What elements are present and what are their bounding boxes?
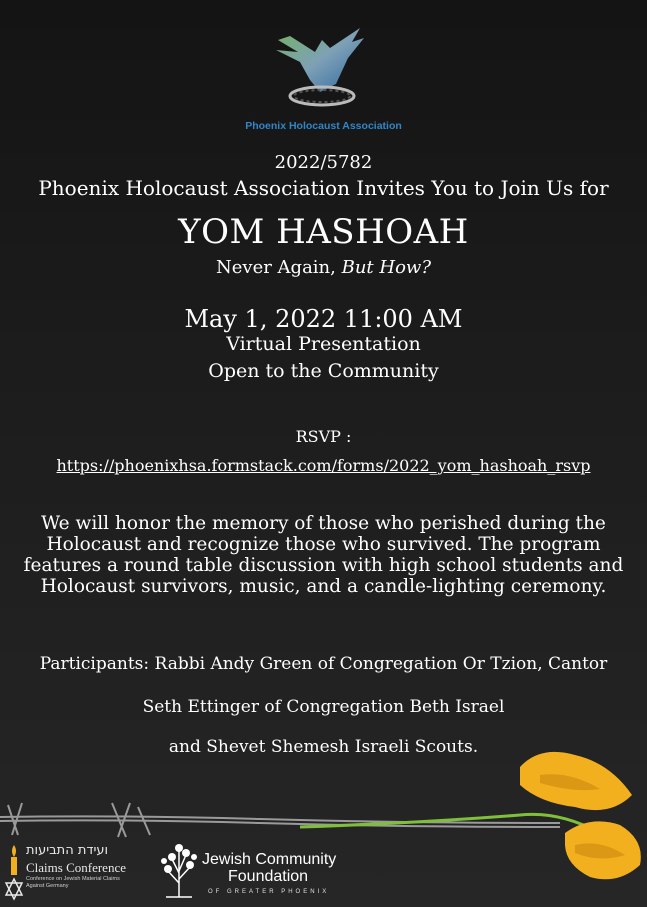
jewish-community-foundation-logo: Jewish Community Foundation OF GREATER P… — [158, 843, 358, 901]
rsvp-link[interactable]: https://phoenixhsa.formstack.com/forms/2… — [57, 456, 591, 475]
event-datetime: May 1, 2022 11:00 AM — [184, 305, 463, 333]
candle-star-icon — [4, 845, 24, 901]
organization-name: Phoenix Holocaust Association — [245, 120, 402, 132]
hands-icon — [276, 28, 364, 92]
invitation-line: Phoenix Holocaust Association Invites Yo… — [38, 176, 609, 200]
claims-conference-logo: ועידת התביעות Claims Conference Conferen… — [4, 843, 144, 903]
claims-name: Claims Conference — [26, 860, 126, 875]
tree-icon — [161, 844, 197, 898]
tagline-plain: Never Again, — [216, 257, 342, 278]
claims-subtitle: Conference on Jewish Material Claims Aga… — [26, 876, 120, 889]
jcf-subtitle: OF GREATER PHOENIX — [208, 889, 330, 895]
rsvp-label: RSVP : — [295, 427, 352, 446]
event-description: We will honor the memory of those who pe… — [23, 513, 624, 597]
tagline-italic: But How? — [341, 257, 431, 278]
jcf-line-2: Foundation — [228, 868, 309, 885]
participants-line-2: Seth Ettinger of Congregation Beth Israe… — [142, 697, 505, 717]
jcf-line-1: Jewish Community — [202, 851, 337, 868]
event-venue: Virtual Presentation — [226, 333, 421, 355]
event-audience: Open to the Community — [208, 360, 439, 382]
event-tagline: Never Again, But How? — [0, 257, 647, 278]
participants-line-1: Participants: Rabbi Andy Green of Congre… — [39, 654, 608, 674]
year-heading: 2022/5782 — [274, 152, 373, 173]
phoenix-holocaust-logo — [276, 28, 364, 107]
rsvp-link-container: https://phoenixhsa.formstack.com/forms/2… — [0, 456, 647, 475]
claims-hebrew-name: ועידת התביעות — [26, 843, 109, 858]
barbed-wire-icon — [0, 802, 561, 838]
event-title: YOM HASHOAH — [178, 212, 469, 252]
